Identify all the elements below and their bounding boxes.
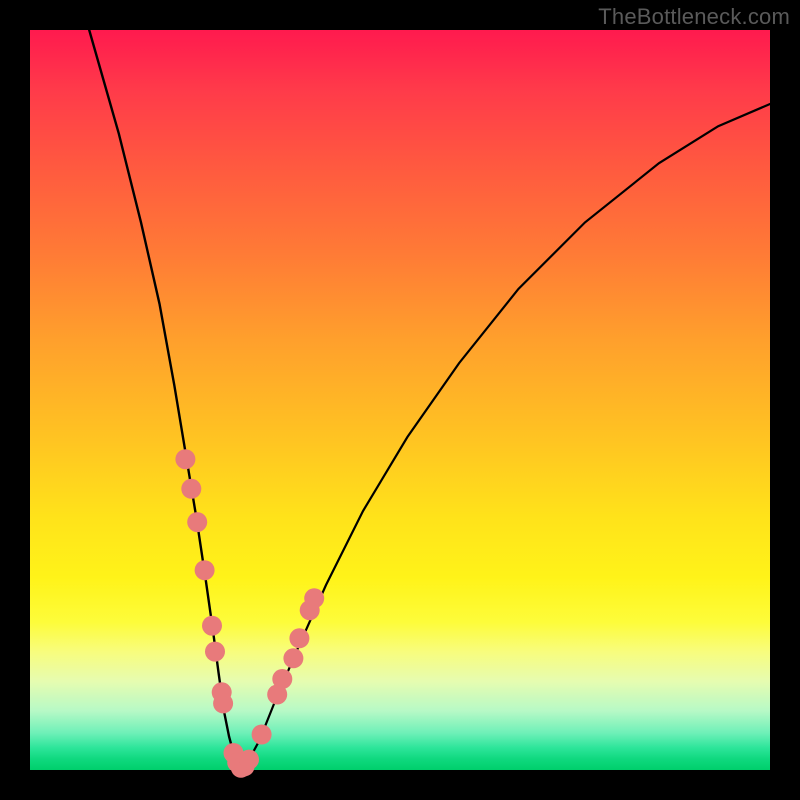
curve-right-branch [241, 104, 770, 769]
scatter-dot [181, 479, 201, 499]
scatter-dot [195, 560, 215, 580]
scatter-dot [187, 512, 207, 532]
scatter-dots [175, 449, 324, 778]
scatter-dot [205, 642, 225, 662]
scatter-dot [304, 588, 324, 608]
scatter-dot [213, 693, 233, 713]
scatter-dot [202, 616, 222, 636]
scatter-dot [289, 628, 309, 648]
scatter-dot [252, 725, 272, 745]
scatter-dot [239, 750, 259, 770]
watermark-text: TheBottleneck.com [598, 4, 790, 30]
scatter-dot [283, 648, 303, 668]
chart-frame: TheBottleneck.com [0, 0, 800, 800]
scatter-dot [175, 449, 195, 469]
chart-svg [30, 30, 770, 770]
scatter-dot [272, 669, 292, 689]
